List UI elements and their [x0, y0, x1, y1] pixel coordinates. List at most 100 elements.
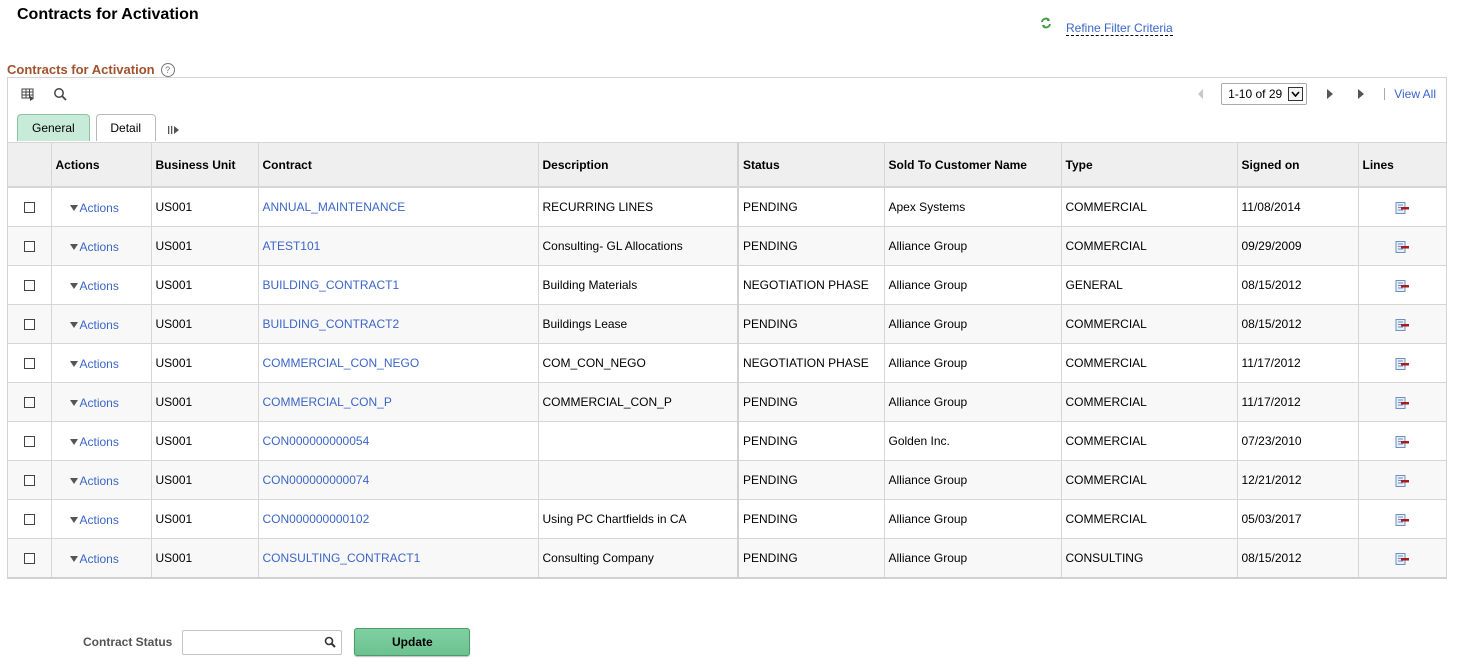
- row-actions-menu[interactable]: Actions: [56, 279, 119, 293]
- status-cell: PENDING: [738, 460, 885, 500]
- actions-cell: Actions: [51, 226, 152, 266]
- column-header-contract[interactable]: Contract: [258, 142, 539, 188]
- contract-link[interactable]: CON000000000054: [263, 434, 370, 448]
- status-cell: PENDING: [738, 421, 885, 461]
- help-icon[interactable]: ?: [160, 62, 175, 77]
- contract-link[interactable]: ANNUAL_MAINTENANCE: [263, 200, 406, 214]
- row-select-checkbox[interactable]: [23, 358, 35, 370]
- contract-lines-icon[interactable]: [1395, 318, 1409, 331]
- chevron-down-icon[interactable]: [1288, 87, 1304, 101]
- tab-detail[interactable]: Detail: [95, 114, 156, 141]
- contract-lines-icon[interactable]: [1395, 474, 1409, 487]
- row-actions-label: Actions: [79, 317, 119, 332]
- row-select-checkbox[interactable]: [23, 397, 35, 409]
- lines-cell: [1358, 499, 1447, 539]
- contract-link[interactable]: COMMERCIAL_CON_P: [263, 395, 392, 409]
- caret-down-icon: [69, 555, 78, 562]
- contract-lines-icon[interactable]: [1395, 513, 1409, 526]
- caret-down-icon: [69, 204, 78, 211]
- column-header-customer[interactable]: Sold To Customer Name: [884, 142, 1062, 188]
- contract-link[interactable]: BUILDING_CONTRACT2: [263, 317, 400, 331]
- row-select-checkbox[interactable]: [23, 475, 35, 487]
- contract-lines-icon[interactable]: [1395, 201, 1409, 214]
- table-row: Actions US001 CON000000000102 Using PC Char…: [8, 499, 1447, 539]
- row-range-select[interactable]: 1-10 of 29: [1221, 83, 1308, 105]
- search-icon[interactable]: [53, 87, 67, 101]
- status-cell: NEGOTIATION PHASE: [738, 265, 885, 305]
- lookup-search-icon[interactable]: [324, 636, 337, 648]
- show-all-columns-icon[interactable]: [167, 119, 180, 141]
- business-unit-cell: US001: [151, 421, 259, 461]
- row-actions-menu[interactable]: Actions: [56, 318, 119, 332]
- contract-link[interactable]: CONSULTING_CONTRACT1: [263, 551, 421, 565]
- row-actions-label: Actions: [79, 356, 119, 371]
- column-header-type[interactable]: Type: [1061, 142, 1238, 188]
- signed-on-cell: 08/15/2012: [1237, 538, 1359, 579]
- row-select-checkbox[interactable]: [23, 436, 35, 448]
- lines-cell: [1358, 343, 1447, 383]
- row-actions-menu[interactable]: Actions: [56, 396, 119, 410]
- status-cell: PENDING: [738, 499, 885, 539]
- contract-link[interactable]: COMMERCIAL_CON_NEGO: [263, 356, 420, 370]
- row-actions-menu[interactable]: Actions: [56, 435, 119, 449]
- contract-lines-icon[interactable]: [1395, 435, 1409, 448]
- contract-lines-icon[interactable]: [1395, 357, 1409, 370]
- column-header-status[interactable]: Status: [738, 142, 885, 188]
- column-header-description[interactable]: Description: [538, 142, 739, 188]
- customer-cell: Alliance Group: [884, 265, 1062, 305]
- signed-on-cell: 11/17/2012: [1237, 343, 1359, 383]
- column-header-business-unit[interactable]: Business Unit: [151, 142, 259, 188]
- actions-cell: Actions: [51, 304, 152, 344]
- column-header-signed-on[interactable]: Signed on: [1237, 142, 1359, 188]
- description-cell: COM_CON_NEGO: [538, 343, 739, 383]
- row-actions-menu[interactable]: Actions: [56, 552, 119, 566]
- column-header-lines: Lines: [1358, 142, 1447, 188]
- lines-cell: [1358, 421, 1447, 461]
- status-cell: NEGOTIATION PHASE: [738, 343, 885, 383]
- row-select-checkbox[interactable]: [23, 553, 35, 565]
- contract-link[interactable]: CON000000000074: [263, 473, 370, 487]
- row-select-checkbox[interactable]: [23, 280, 35, 292]
- contract-lines-icon[interactable]: [1395, 279, 1409, 292]
- row-actions-label: Actions: [79, 551, 119, 566]
- actions-cell: Actions: [51, 538, 152, 579]
- grid-pager: 1-10 of 29 View All: [1198, 83, 1436, 105]
- contract-lines-icon[interactable]: [1395, 240, 1409, 253]
- contract-lines-icon[interactable]: [1395, 552, 1409, 565]
- contract-link[interactable]: ATEST101: [263, 239, 321, 253]
- actions-cell: Actions: [51, 343, 152, 383]
- row-actions-label: Actions: [79, 278, 119, 293]
- row-actions-menu[interactable]: Actions: [56, 201, 119, 215]
- contract-link[interactable]: CON000000000102: [263, 512, 370, 526]
- next-page-icon[interactable]: [1327, 89, 1334, 99]
- table-row: Actions US001 COMMERCIAL_CON_NEGO COM_CON_N…: [8, 343, 1447, 383]
- row-select-checkbox[interactable]: [23, 241, 35, 253]
- row-select-checkbox[interactable]: [23, 514, 35, 526]
- row-actions-menu[interactable]: Actions: [56, 513, 119, 527]
- tab-general[interactable]: General: [17, 114, 90, 141]
- row-select-checkbox[interactable]: [23, 202, 35, 214]
- update-button[interactable]: Update: [354, 628, 471, 656]
- row-select-checkbox[interactable]: [23, 319, 35, 331]
- grid-personalize-icon[interactable]: [21, 87, 35, 101]
- last-page-icon[interactable]: [1358, 89, 1365, 99]
- row-actions-menu[interactable]: Actions: [56, 240, 119, 254]
- previous-page-icon[interactable]: [1198, 89, 1204, 99]
- refine-filter-link[interactable]: Refine Filter Criteria: [1066, 21, 1173, 36]
- customer-cell: Alliance Group: [884, 460, 1062, 500]
- row-actions-menu[interactable]: Actions: [56, 474, 119, 488]
- row-actions-menu[interactable]: Actions: [56, 357, 119, 371]
- caret-down-icon: [69, 360, 78, 367]
- refine-filter[interactable]: Refine Filter Criteria: [1040, 17, 1173, 36]
- customer-cell: Alliance Group: [884, 226, 1062, 266]
- view-all-link[interactable]: View All: [1394, 87, 1436, 101]
- contract-lines-icon[interactable]: [1395, 396, 1409, 409]
- row-select-cell: [8, 304, 52, 344]
- contract-status-input[interactable]: [187, 631, 322, 655]
- type-cell: CONSULTING: [1061, 538, 1238, 579]
- row-range-value: 1-10 of 29: [1228, 87, 1283, 101]
- actions-cell: Actions: [51, 421, 152, 461]
- contract-link[interactable]: BUILDING_CONTRACT1: [263, 278, 400, 292]
- refresh-icon[interactable]: [1040, 17, 1052, 29]
- contract-status-field[interactable]: [182, 629, 343, 655]
